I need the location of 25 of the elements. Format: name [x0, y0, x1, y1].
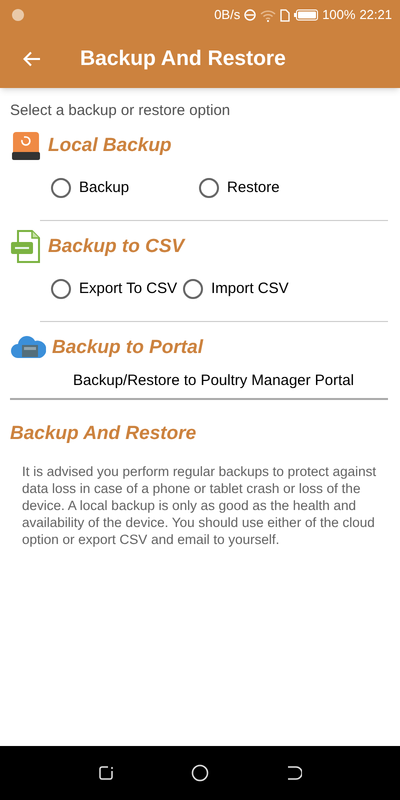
sim-card-icon [280, 8, 290, 22]
clock: 22:21 [359, 6, 392, 24]
back-arrow-icon [23, 51, 41, 67]
home-icon[interactable] [190, 764, 209, 782]
battery-level: 100% [322, 6, 356, 24]
screen-title: Backup And Restore [80, 46, 286, 72]
section-heading: Backup to Portal [52, 336, 203, 360]
battery-icon [294, 9, 318, 21]
section-heading: Backup to CSV [48, 234, 184, 259]
instruction-text: Select a backup or restore option [10, 102, 232, 120]
info-paragraph: It is advised you perform regular backups to protect against data loss in case of a phone or tablet crash or loss of the device. A local backup is only as good as the health and availability of the device. You should use either of the cloud option or export CSV and email to yourself. [21, 462, 378, 548]
do-not-disturb-icon [244, 9, 256, 21]
info-heading: Backup And Restore [10, 422, 198, 446]
section-heading: Local Backup [48, 134, 172, 158]
spreadsheet-file-icon [10, 230, 42, 264]
radio-option[interactable]: Backup [51, 176, 130, 200]
back-nav-icon[interactable] [286, 766, 302, 780]
radio-option[interactable]: Export To CSV [51, 278, 178, 300]
hard-drive-icon [10, 130, 42, 162]
radio-option[interactable]: Restore [199, 176, 280, 200]
portal-link[interactable]: Backup/Restore to Poultry Manager Portal [10, 366, 390, 396]
recent-apps-icon[interactable] [98, 765, 114, 781]
network-speed: 0B/s [214, 6, 240, 24]
radio-option[interactable]: Import CSV [183, 278, 289, 300]
wifi-icon [260, 8, 276, 22]
